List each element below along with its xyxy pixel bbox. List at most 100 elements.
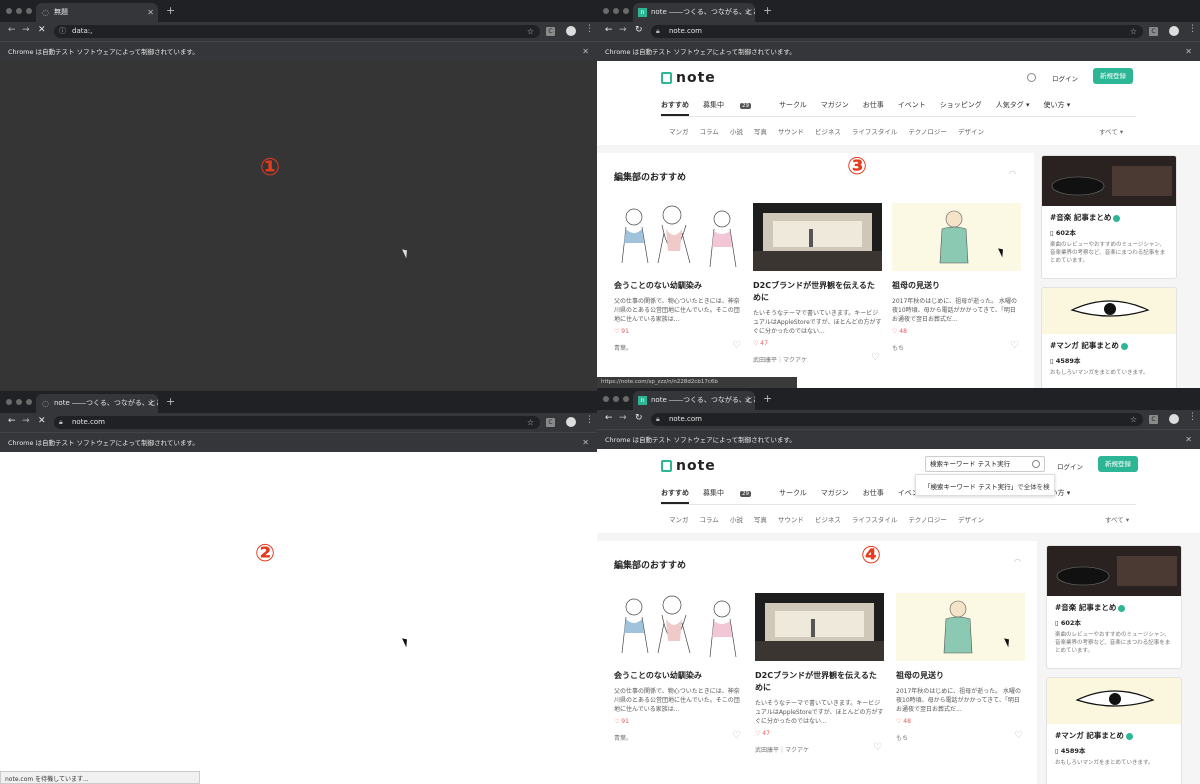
back-icon[interactable]: ← xyxy=(8,25,16,35)
menu-icon[interactable]: ⋮ xyxy=(585,415,594,425)
search-suggestion-dropdown[interactable]: 「検索キーワード テスト実行」で全体を検 xyxy=(915,474,1055,496)
subtab-sound[interactable]: サウンド xyxy=(778,514,804,524)
rss-icon[interactable]: ◠ xyxy=(1009,169,1016,178)
tab-events[interactable]: イベント xyxy=(898,100,926,116)
magazine-card[interactable]: #音楽 記事まとめ ▯ 602本 楽曲のレビューやおすすめのミュージシャン、音楽… xyxy=(1041,155,1177,279)
profile-icon[interactable] xyxy=(1169,414,1179,424)
article-card[interactable]: D2Cブランドが世界観を伝えるために たいそうなテーマで書いていきます。キービジ… xyxy=(753,203,882,364)
tab-popular-tags[interactable]: 人気タグ ▾ xyxy=(996,100,1030,116)
tab-shopping[interactable]: ショッピング xyxy=(940,100,982,116)
infobar-close-icon[interactable]: ✕ xyxy=(1185,42,1192,62)
browser-tab[interactable]: n note ――つくる、つながる、とど ✕ xyxy=(633,391,755,410)
profile-icon[interactable] xyxy=(1169,26,1179,36)
note-logo[interactable]: note xyxy=(661,70,716,86)
profile-icon[interactable] xyxy=(566,26,576,36)
heart-icon[interactable]: ♡ xyxy=(1014,730,1023,741)
tab-magazine[interactable]: マガジン xyxy=(821,100,849,116)
stop-icon[interactable]: ✕ xyxy=(38,416,46,426)
heart-icon[interactable]: ♡ xyxy=(871,352,880,363)
magazine-card[interactable]: #マンガ 記事まとめ ▯ 4589本 おもしろいマンガをまとめていきます。 xyxy=(1041,287,1177,388)
back-icon[interactable]: ← xyxy=(605,413,613,423)
tab-magazine[interactable]: マガジン xyxy=(821,488,849,504)
tab-jobs[interactable]: お仕事 xyxy=(863,488,884,504)
subtab-all[interactable]: すべて ▾ xyxy=(1099,126,1123,136)
subtab-technology[interactable]: テクノロジー xyxy=(908,514,947,524)
search-icon[interactable] xyxy=(1027,73,1036,82)
extension-icon[interactable]: C xyxy=(546,27,555,36)
signup-button[interactable]: 新規登録 xyxy=(1098,456,1138,472)
window-controls[interactable] xyxy=(6,399,32,405)
subtab-all[interactable]: すべて ▾ xyxy=(1105,514,1129,524)
login-link[interactable]: ログイン xyxy=(1052,73,1078,83)
new-tab-icon[interactable]: + xyxy=(166,395,175,408)
login-link[interactable]: ログイン xyxy=(1057,461,1083,471)
author-name[interactable]: 武田康平｜マクアケ xyxy=(755,747,809,754)
heart-icon[interactable]: ♡ xyxy=(1010,340,1019,351)
subtab-sound[interactable]: サウンド xyxy=(778,126,804,136)
bookmark-star-icon[interactable]: ☆ xyxy=(527,416,534,429)
bookmark-star-icon[interactable]: ☆ xyxy=(1130,25,1137,38)
new-tab-icon[interactable]: + xyxy=(763,4,772,17)
window-controls[interactable] xyxy=(603,396,629,402)
new-tab-icon[interactable]: + xyxy=(763,392,772,405)
tab-close-icon[interactable]: ✕ xyxy=(147,394,154,413)
subtab-column[interactable]: コラム xyxy=(700,514,719,524)
address-bar[interactable]: 🔒︎ note.com ☆ xyxy=(54,416,540,429)
reload-icon[interactable]: ↻ xyxy=(635,413,643,423)
heart-icon[interactable]: ♡ xyxy=(732,340,741,351)
menu-icon[interactable]: ⋮ xyxy=(1188,24,1197,34)
infobar-close-icon[interactable]: ✕ xyxy=(1185,430,1192,450)
author-name[interactable]: 青葉。 xyxy=(614,345,632,352)
browser-tab[interactable]: ◌ note ――つくる、つながる、とど ✕ xyxy=(36,394,158,413)
article-card[interactable]: D2Cブランドが世界観を伝えるために たいそうなテーマで書いていきます。キービジ… xyxy=(755,593,884,754)
menu-icon[interactable]: ⋮ xyxy=(1188,412,1197,422)
tab-close-icon[interactable]: ✕ xyxy=(744,391,751,410)
article-card[interactable]: 会うことのない幼馴染み 父の仕事の関係で、物心ついたときには、神奈川県のとある公… xyxy=(614,203,743,352)
bookmark-star-icon[interactable]: ☆ xyxy=(527,25,534,38)
article-card[interactable]: 祖母の見送り 2017年秋のはじめに、祖母が逝った。 水曜の夜10時頃、母から電… xyxy=(896,593,1025,742)
tab-circle[interactable]: サークル xyxy=(779,488,807,504)
rss-icon[interactable]: ◠ xyxy=(1014,557,1021,566)
heart-icon[interactable]: ♡ xyxy=(873,742,882,753)
forward-icon[interactable]: → xyxy=(619,25,627,35)
author-name[interactable]: もち xyxy=(896,735,908,742)
subtab-manga[interactable]: マンガ xyxy=(669,514,689,524)
forward-icon[interactable]: → xyxy=(22,25,30,35)
address-bar[interactable]: ⓘ data:, ☆ xyxy=(54,25,540,38)
subtab-business[interactable]: ビジネス xyxy=(815,126,841,136)
browser-tab[interactable]: ◌ 無題 ✕ xyxy=(36,3,158,22)
stop-icon[interactable]: ✕ xyxy=(38,25,46,35)
browser-tab[interactable]: n note ――つくる、つながる、とど ✕ xyxy=(633,3,755,22)
address-bar[interactable]: 🔒︎ note.com ☆ xyxy=(651,413,1143,426)
search-icon[interactable] xyxy=(1032,460,1040,468)
extension-icon[interactable]: C xyxy=(546,418,555,427)
tab-close-icon[interactable]: ✕ xyxy=(744,3,751,22)
tab-recruit[interactable]: 募集中 29 xyxy=(703,488,765,504)
tab-jobs[interactable]: お仕事 xyxy=(863,100,884,116)
subtab-novel[interactable]: 小説 xyxy=(730,126,743,136)
magazine-card[interactable]: #音楽 記事まとめ ▯ 602本 楽曲のレビューやおすすめのミュージシャン、音楽… xyxy=(1046,545,1182,669)
subtab-column[interactable]: コラム xyxy=(700,126,719,136)
reload-icon[interactable]: ↻ xyxy=(635,25,643,35)
magazine-card[interactable]: #マンガ 記事まとめ ▯ 4589本 おもしろいマンガをまとめていきます。 xyxy=(1046,677,1182,784)
window-controls[interactable] xyxy=(603,8,629,14)
article-card[interactable]: 祖母の見送り 2017年秋のはじめに、祖母が逝った。 水曜の夜10時頃、母から電… xyxy=(892,203,1021,352)
window-controls[interactable] xyxy=(6,8,32,14)
tab-recruit[interactable]: 募集中 29 xyxy=(703,100,765,116)
address-bar[interactable]: 🔒︎ note.com ☆ xyxy=(651,25,1143,38)
new-tab-icon[interactable]: + xyxy=(166,4,175,17)
bookmark-star-icon[interactable]: ☆ xyxy=(1130,413,1137,426)
subtab-business[interactable]: ビジネス xyxy=(815,514,841,524)
heart-icon[interactable]: ♡ xyxy=(732,730,741,741)
article-card[interactable]: 会うことのない幼馴染み 父の仕事の関係で、物心ついたときには、神奈川県のとある公… xyxy=(614,593,743,742)
note-logo[interactable]: note xyxy=(661,458,716,474)
tab-circle[interactable]: サークル xyxy=(779,100,807,116)
author-name[interactable]: もち xyxy=(892,345,904,352)
back-icon[interactable]: ← xyxy=(8,416,16,426)
tab-recommend[interactable]: おすすめ xyxy=(661,100,689,116)
subtab-lifestyle[interactable]: ライフスタイル xyxy=(852,126,898,136)
subtab-photo[interactable]: 写真 xyxy=(754,514,767,524)
extension-icon[interactable]: C xyxy=(1149,415,1158,424)
subtab-technology[interactable]: テクノロジー xyxy=(908,126,947,136)
author-name[interactable]: 青葉。 xyxy=(614,735,632,742)
